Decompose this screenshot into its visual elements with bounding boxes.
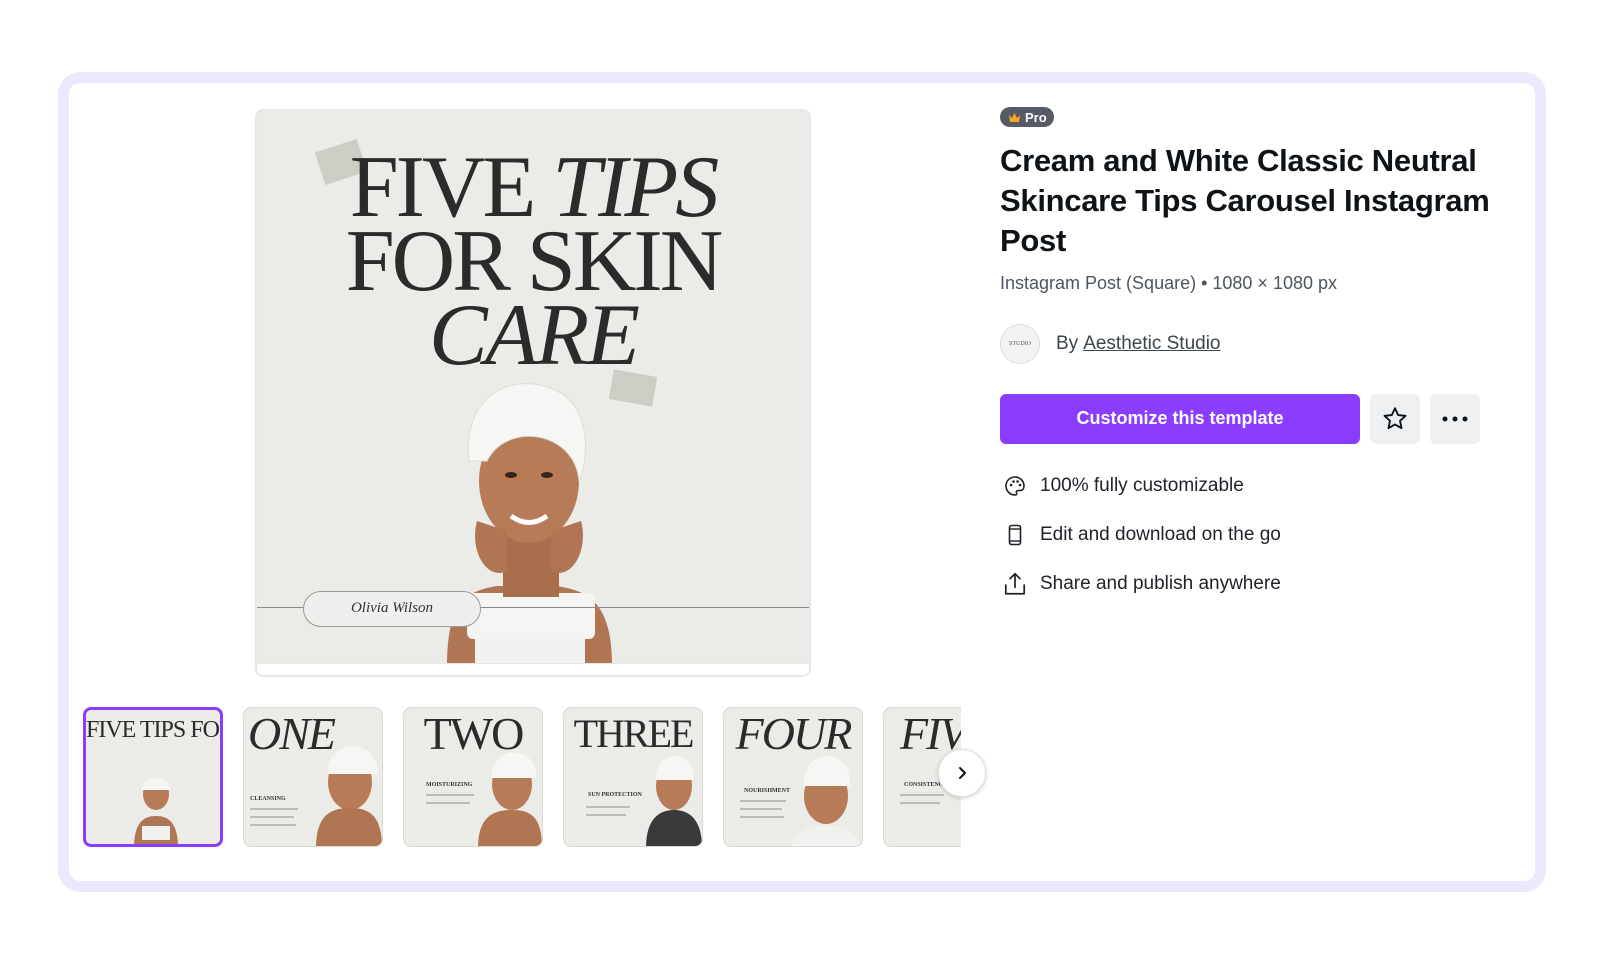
thumbnail-3[interactable]: TWO MOISTURIZING <box>403 707 543 847</box>
thumbnail-model <box>316 746 382 846</box>
thumbnail-title: FIVE <box>900 708 961 759</box>
thumbnail-subtitle: SUN PROTECTION <box>588 792 642 798</box>
thumbnail-5[interactable]: FOUR NOURISHMENT <box>723 707 863 847</box>
thumbnail-text-line <box>740 800 786 802</box>
thumbnail-text-line <box>250 824 296 826</box>
avatar-logo-text: STUDIO <box>1009 340 1031 347</box>
star-icon <box>1383 406 1407 429</box>
thumbnail-subtitle: NOURISHMENT <box>744 788 791 794</box>
share-icon <box>1000 569 1030 599</box>
feature-item: Edit and download on the go <box>1000 511 1500 560</box>
author-avatar[interactable]: STUDIO <box>1000 323 1040 364</box>
action-row: Customize this template <box>1000 393 1500 444</box>
favorite-button[interactable] <box>1370 393 1420 444</box>
thumbnail-subtitle: MOISTURIZING <box>426 782 473 788</box>
more-options-button[interactable] <box>1430 393 1480 444</box>
palette-icon <box>1000 471 1030 501</box>
author-link[interactable]: Aesthetic Studio <box>1083 333 1220 355</box>
thumbnail-model <box>478 752 542 846</box>
thumbnail-text-line <box>426 794 474 796</box>
thumbnail-text-line <box>586 814 626 816</box>
template-info: Pro Cream and White Classic Neutral Skin… <box>1000 107 1500 609</box>
crown-icon <box>1009 112 1020 122</box>
thumbnail-text-line <box>740 816 784 818</box>
thumbnail-text-line <box>900 802 940 804</box>
feature-label: Edit and download on the go <box>1040 524 1281 545</box>
author-prefix: By <box>1056 332 1079 354</box>
thumbnail-text-line <box>740 808 782 810</box>
feature-label: Share and publish anywhere <box>1040 573 1281 594</box>
thumbnail-1[interactable]: FIVE TIPS FOR SKIN CARE <box>83 707 223 847</box>
phone-icon <box>1000 520 1030 550</box>
thumbnail-subtitle: CLEANSING <box>250 796 286 802</box>
feature-item: 100% fully customizable <box>1000 462 1500 511</box>
thumbnail-4[interactable]: THREE SUN PROTECTION <box>563 707 703 847</box>
thumbnail-title: FIVE TIPS FOR SKIN CARE <box>86 717 220 743</box>
thumbnail-strip: FIVE TIPS FOR SKIN CARE ONE CLEANSING TW… <box>83 703 961 849</box>
thumbnail-text-line <box>250 808 298 810</box>
pro-badge-label: Pro <box>1025 109 1047 125</box>
customize-template-button[interactable]: Customize this template <box>1000 393 1360 444</box>
thumbnail-2[interactable]: ONE CLEANSING <box>243 707 383 847</box>
author-row: STUDIO By Aesthetic Studio <box>1000 323 1500 364</box>
template-preview[interactable]: FIVE TIPS FOR SKIN CARE Olivia Wilson <box>255 109 811 677</box>
feature-item: Share and publish anywhere <box>1000 560 1500 609</box>
preview-footer-strip <box>257 663 809 675</box>
template-card: FIVE TIPS FOR SKIN CARE Olivia Wilson FI… <box>58 72 1546 892</box>
next-thumbnails-button[interactable] <box>938 749 986 797</box>
feature-list: 100% fully customizable Edit and downloa… <box>1000 462 1500 609</box>
preview-canvas: FIVE TIPS FOR SKIN CARE Olivia Wilson <box>257 111 809 663</box>
more-horizontal-icon <box>1442 416 1468 421</box>
feature-label: 100% fully customizable <box>1040 475 1244 496</box>
thumbnail-text-line <box>586 806 630 808</box>
thumbnail-text-line <box>426 802 470 804</box>
template-format: Instagram Post (Square) • 1080 × 1080 px <box>1000 272 1337 293</box>
chevron-right-icon <box>959 767 966 779</box>
thumbnail-text-line <box>900 794 944 796</box>
thumbnail-text-line <box>250 816 294 818</box>
pro-badge: Pro <box>1000 107 1054 127</box>
preview-name-pill: Olivia Wilson <box>303 591 481 627</box>
thumbnail-model <box>646 756 702 846</box>
thumbnail-model <box>134 778 178 844</box>
thumbnail-model <box>792 756 860 846</box>
template-title: Cream and White Classic Neutral Skincare… <box>1000 142 1490 258</box>
